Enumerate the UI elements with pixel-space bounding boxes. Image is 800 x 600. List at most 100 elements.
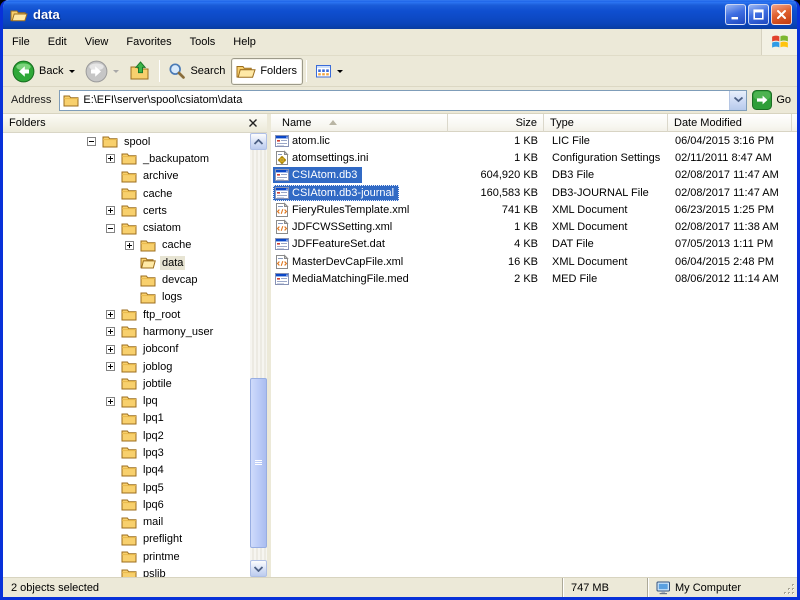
menu-tools[interactable]: Tools xyxy=(181,29,225,55)
file-name-selection[interactable]: FieryRulesTemplate.xml xyxy=(273,202,414,218)
views-button[interactable] xyxy=(310,58,348,85)
back-button[interactable]: Back xyxy=(7,58,80,85)
tree-item-mail[interactable]: mail xyxy=(3,514,250,531)
go-button[interactable] xyxy=(752,90,772,110)
menu-help[interactable]: Help xyxy=(224,29,265,55)
address-input[interactable]: E:\EFI\server\spool\csiatom\data xyxy=(59,90,747,111)
tree-item-_backupatom[interactable]: _backupatom xyxy=(3,150,250,167)
file-row-JDFFeatureSet.dat[interactable]: JDFFeatureSet.dat4 KBDAT File07/05/2013 … xyxy=(271,236,797,253)
address-dropdown-button[interactable] xyxy=(729,91,746,110)
menu-file[interactable]: File xyxy=(3,29,39,55)
tree-item-label[interactable]: certs xyxy=(141,204,169,218)
tree-item-ftp_root[interactable]: ftp_root xyxy=(3,306,250,323)
tree-item-label[interactable]: spool xyxy=(122,135,152,149)
tree-item-logs[interactable]: logs xyxy=(3,289,250,306)
file-name-selection[interactable]: atomsettings.ini xyxy=(273,150,373,166)
tree-item-lpq3[interactable]: lpq3 xyxy=(3,444,250,461)
tree-item-label[interactable]: csiatom xyxy=(141,221,183,235)
tree-item-printme[interactable]: printme xyxy=(3,548,250,565)
file-name-selection[interactable]: MediaMatchingFile.med xyxy=(273,271,414,287)
plus-expander-icon[interactable] xyxy=(106,206,121,215)
views-dropdown-caret-icon[interactable] xyxy=(337,70,343,73)
tree-item-label[interactable]: lpq1 xyxy=(141,411,166,425)
menu-edit[interactable]: Edit xyxy=(39,29,76,55)
titlebar[interactable]: data xyxy=(3,0,797,29)
file-row-MediaMatchingFile.med[interactable]: MediaMatchingFile.med2 KBMED File08/06/2… xyxy=(271,270,797,287)
file-name-selection[interactable]: JDFCWSSetting.xml xyxy=(273,219,397,235)
file-row-atomsettings.ini[interactable]: atomsettings.ini1 KBConfiguration Settin… xyxy=(271,149,797,166)
tree-item-lpq5[interactable]: lpq5 xyxy=(3,479,250,496)
file-row-JDFCWSSetting.xml[interactable]: JDFCWSSetting.xml1 KBXML Document02/08/2… xyxy=(271,218,797,235)
file-row-FieryRulesTemplate.xml[interactable]: FieryRulesTemplate.xml741 KBXML Document… xyxy=(271,201,797,218)
close-button[interactable] xyxy=(771,4,792,25)
tree-item-data[interactable]: data xyxy=(3,254,250,271)
tree-item-lpq1[interactable]: lpq1 xyxy=(3,410,250,427)
plus-expander-icon[interactable] xyxy=(106,397,121,406)
file-row-atom.lic[interactable]: atom.lic1 KBLIC File06/04/2015 3:16 PM xyxy=(271,132,797,149)
menu-view[interactable]: View xyxy=(76,29,118,55)
tree-item-label[interactable]: printme xyxy=(141,550,182,564)
tree-item-label[interactable]: lpq2 xyxy=(141,429,166,443)
tree-item-label[interactable]: lpq xyxy=(141,394,160,408)
plus-expander-icon[interactable] xyxy=(106,154,121,163)
file-name-selection[interactable]: CSIAtom.db3-journal xyxy=(273,185,399,201)
file-name-selection[interactable]: MasterDevCapFile.xml xyxy=(273,254,408,270)
minus-expander-icon[interactable] xyxy=(106,224,121,233)
tree-item-label[interactable]: data xyxy=(160,256,185,270)
plus-expander-icon[interactable] xyxy=(106,345,121,354)
tree-item-label[interactable]: lpq4 xyxy=(141,463,166,477)
tree-item-csiatom[interactable]: csiatom xyxy=(3,219,250,236)
tree-item-cache[interactable]: cache xyxy=(3,237,250,254)
tree-item-lpq6[interactable]: lpq6 xyxy=(3,496,250,513)
tree-item-spool[interactable]: spool xyxy=(3,133,250,150)
tree-scrollbar[interactable] xyxy=(250,133,267,577)
scrollbar-thumb[interactable] xyxy=(250,378,267,548)
plus-expander-icon[interactable] xyxy=(106,310,121,319)
tree-item-label[interactable]: lpq5 xyxy=(141,481,166,495)
file-row-CSIAtom.db3[interactable]: CSIAtom.db3604,920 KBDB3 File02/08/2017 … xyxy=(271,167,797,184)
tree-item-label[interactable]: lpq6 xyxy=(141,498,166,512)
plus-expander-icon[interactable] xyxy=(106,362,121,371)
file-name-selection[interactable]: CSIAtom.db3 xyxy=(273,167,362,183)
tree-item-jobtile[interactable]: jobtile xyxy=(3,375,250,392)
minimize-button[interactable] xyxy=(725,4,746,25)
tree-item-preflight[interactable]: preflight xyxy=(3,531,250,548)
tree-item-label[interactable]: lpq3 xyxy=(141,446,166,460)
file-row-CSIAtom.db3-journal[interactable]: CSIAtom.db3-journal160,583 KBDB3-JOURNAL… xyxy=(271,184,797,201)
minus-expander-icon[interactable] xyxy=(87,137,102,146)
forward-button[interactable] xyxy=(80,58,124,85)
column-header-size[interactable]: Size xyxy=(448,114,544,132)
maximize-button[interactable] xyxy=(748,4,769,25)
tree-item-label[interactable]: cache xyxy=(160,238,193,252)
tree-item-cache[interactable]: cache xyxy=(3,185,250,202)
resize-grip[interactable] xyxy=(783,583,796,596)
tree-item-certs[interactable]: certs xyxy=(3,202,250,219)
tree-item-label[interactable]: ftp_root xyxy=(141,308,182,322)
tree-item-label[interactable]: jobconf xyxy=(141,342,180,356)
tree-item-lpq[interactable]: lpq xyxy=(3,392,250,409)
folders-button[interactable]: Folders xyxy=(231,58,303,85)
tree-item-joblog[interactable]: joblog xyxy=(3,358,250,375)
scroll-down-button[interactable] xyxy=(250,560,267,577)
tree-item-label[interactable]: logs xyxy=(160,290,184,304)
go-label[interactable]: Go xyxy=(776,94,791,106)
tree-item-label[interactable]: jobtile xyxy=(141,377,174,391)
tree-item-label[interactable]: _backupatom xyxy=(141,152,211,166)
tree-item-devcap[interactable]: devcap xyxy=(3,271,250,288)
file-name-selection[interactable]: JDFFeatureSet.dat xyxy=(273,236,390,252)
tree-item-label[interactable]: preflight xyxy=(141,532,184,546)
up-button[interactable] xyxy=(124,58,156,85)
column-header-type[interactable]: Type xyxy=(544,114,668,132)
column-header-date-modified[interactable]: Date Modified xyxy=(668,114,792,132)
tree-item-lpq2[interactable]: lpq2 xyxy=(3,427,250,444)
tree-item-label[interactable]: devcap xyxy=(160,273,199,287)
plus-expander-icon[interactable] xyxy=(106,327,121,336)
tree-item-label[interactable]: harmony_user xyxy=(141,325,215,339)
tree-item-label[interactable]: joblog xyxy=(141,360,174,374)
tree-item-harmony_user[interactable]: harmony_user xyxy=(3,323,250,340)
menu-favorites[interactable]: Favorites xyxy=(117,29,180,55)
scroll-up-button[interactable] xyxy=(250,133,267,150)
tree-item-lpq4[interactable]: lpq4 xyxy=(3,462,250,479)
tree-item-archive[interactable]: archive xyxy=(3,168,250,185)
back-dropdown-caret-icon[interactable] xyxy=(69,70,75,73)
